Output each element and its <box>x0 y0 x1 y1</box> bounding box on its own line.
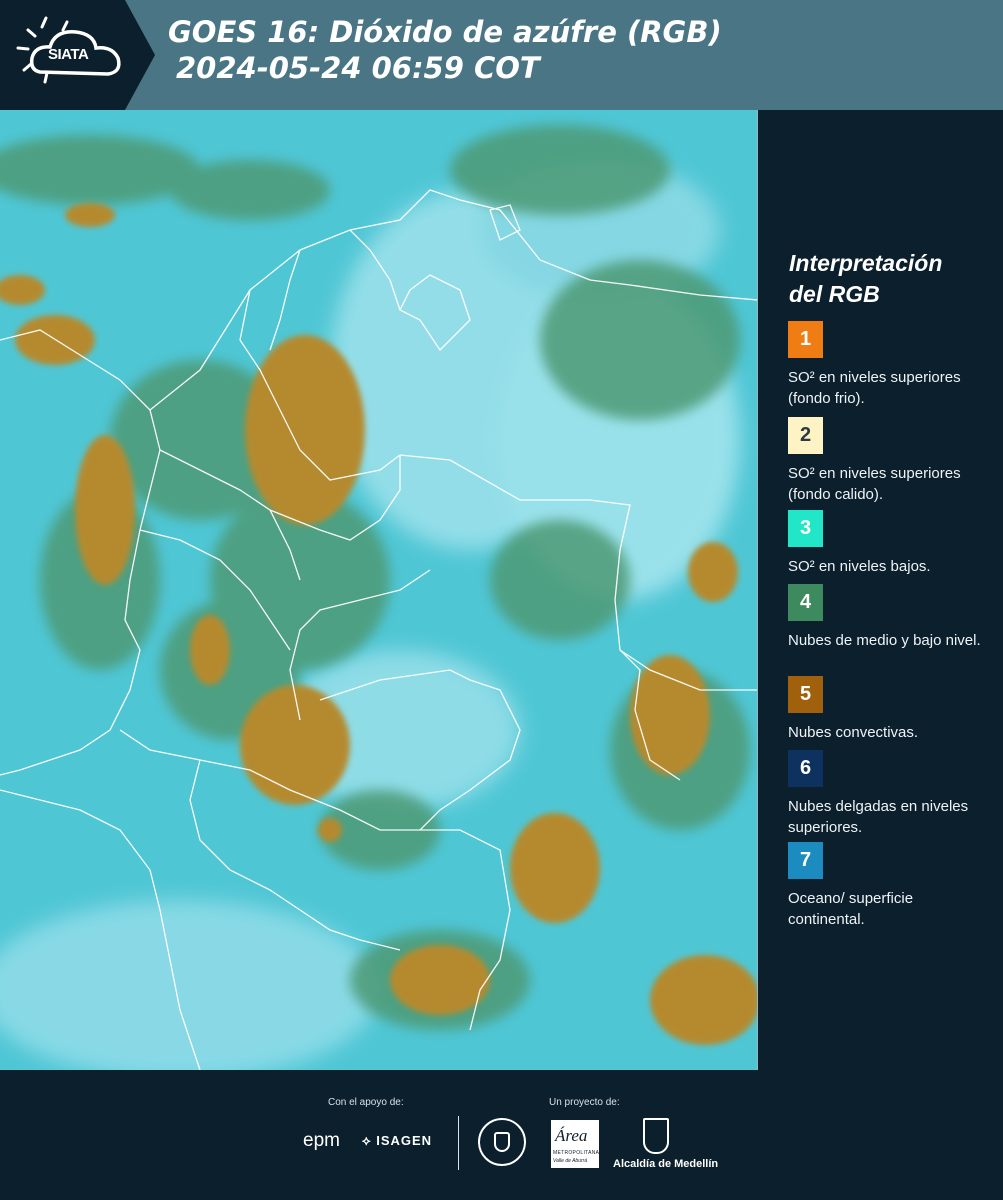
area-logo-subtext: METROPOLITANA <box>553 1150 600 1156</box>
siata-logo: SIATA <box>0 0 155 110</box>
legend-title-line-2: del RGB <box>789 281 880 307</box>
isagen-logo: ⟡ ISAGEN <box>362 1133 432 1149</box>
support-label: Con el apoyo de: <box>328 1097 404 1108</box>
isagen-icon: ⟡ <box>362 1133 372 1148</box>
legend-panel: Interpretación del RGB 1 SO² en niveles … <box>760 110 1003 1070</box>
legend-item: 2 SO² en niveles superiores (fondo calid… <box>788 417 988 515</box>
legend-swatch: 4 <box>788 584 823 621</box>
legend-swatch: 1 <box>788 321 823 358</box>
legend-title: Interpretación del RGB <box>789 248 989 310</box>
medellin-seal-icon <box>478 1118 526 1166</box>
legend-swatch: 5 <box>788 676 823 713</box>
logo-text: SIATA <box>48 46 89 63</box>
page-title: GOES 16: Dióxido de azúfre (RGB) 2024-05… <box>168 14 722 86</box>
legend-item: 4 Nubes de medio y bajo nivel. <box>788 584 988 651</box>
legend-number: 2 <box>799 424 812 446</box>
legend-item: 5 Nubes convectivas. <box>788 676 988 743</box>
legend-text: Oceano/ superficie continental. <box>788 890 914 928</box>
legend-number: 6 <box>799 757 812 779</box>
legend-number: 7 <box>799 849 812 871</box>
legend-text: SO² en niveles bajos. <box>788 558 931 575</box>
legend-swatch: 6 <box>788 750 823 787</box>
legend-item: 1 SO² en niveles superiores (fondo frio)… <box>788 321 988 409</box>
title-line-2: 2024-05-24 06:59 COT <box>176 51 540 85</box>
legend-swatch: 3 <box>788 510 823 547</box>
legend-text: SO² en niveles superiores (fondo frio). <box>788 369 961 407</box>
legend-number: 1 <box>799 328 812 350</box>
legend-item: 6 Nubes delgadas en niveles superiores. <box>788 750 988 838</box>
project-label: Un proyecto de: <box>549 1097 620 1108</box>
area-logo-subtext-2: Valle de Aburrá <box>553 1158 588 1164</box>
legend-number: 3 <box>799 517 812 539</box>
legend-text: Nubes convectivas. <box>788 724 919 741</box>
header-bar: SIATA GOES 16: Dióxido de azúfre (RGB) 2… <box>0 0 1003 110</box>
legend-item: 3 SO² en niveles bajos. <box>788 510 988 577</box>
legend-number: 4 <box>799 591 812 613</box>
isagen-logo-text: ISAGEN <box>376 1133 433 1148</box>
legend-text: SO² en niveles superiores (fondo calido)… <box>788 465 961 503</box>
legend-item: 7 Oceano/ superficie continental. <box>788 842 988 930</box>
alcaldia-text: Alcaldía de Medellín <box>613 1158 719 1170</box>
legend-text: Nubes de medio y bajo nivel. <box>788 632 981 649</box>
legend-title-line-1: Interpretación <box>789 250 943 276</box>
area-metropolitana-logo: Área METROPOLITANA Valle de Aburrá <box>551 1120 599 1168</box>
footer: Con el apoyo de: Un proyecto de: epm ⟡ I… <box>0 1070 1003 1200</box>
alcaldia-shield-icon <box>643 1118 669 1154</box>
legend-number: 5 <box>799 683 812 705</box>
area-logo-text: Área <box>555 1126 588 1145</box>
epm-logo-text: epm <box>303 1130 340 1151</box>
legend-swatch: 7 <box>788 842 823 879</box>
legend-swatch: 2 <box>788 417 823 454</box>
legend-text: Nubes delgadas en niveles superiores. <box>788 798 969 836</box>
epm-logo: epm <box>303 1130 340 1152</box>
footer-divider <box>458 1116 459 1170</box>
title-line-1: GOES 16: Dióxido de azúfre (RGB) <box>168 15 722 49</box>
satellite-map <box>0 110 758 1070</box>
